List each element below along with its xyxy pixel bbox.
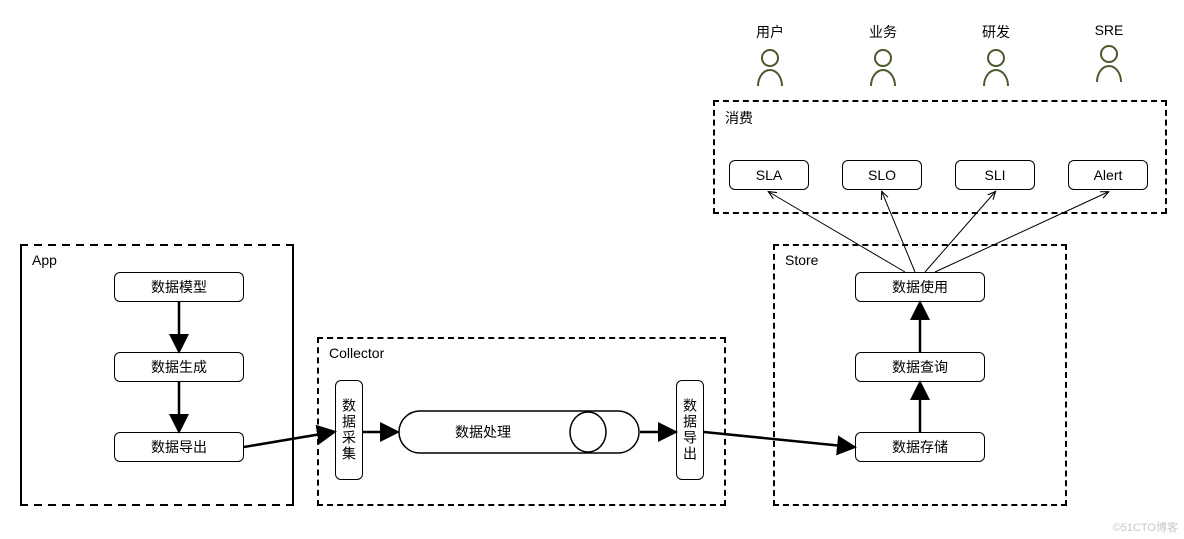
user-icon <box>1091 42 1127 82</box>
panel-collector-label: Collector <box>329 345 384 361</box>
persona-sre-label: SRE <box>1095 22 1124 38</box>
persona-user: 用户 <box>740 22 800 86</box>
persona-biz-label: 业务 <box>869 24 897 40</box>
watermark: ©51CTO博客 <box>1113 519 1178 535</box>
node-data-model: 数据模型 <box>114 272 244 302</box>
node-sla: SLA <box>729 160 809 190</box>
panel-consume-label: 消费 <box>725 108 753 128</box>
node-data-store: 数据存储 <box>855 432 985 462</box>
node-data-query: 数据查询 <box>855 352 985 382</box>
node-data-collect: 数据采集 <box>335 380 363 480</box>
node-data-out-app: 数据导出 <box>114 432 244 462</box>
node-data-process-label: 数据处理 <box>398 410 568 454</box>
panel-app-label: App <box>32 252 57 268</box>
persona-sre: SRE <box>1079 22 1139 82</box>
node-alert: Alert <box>1068 160 1148 190</box>
node-data-use: 数据使用 <box>855 272 985 302</box>
persona-biz: 业务 <box>853 22 913 86</box>
persona-user-label: 用户 <box>756 24 784 40</box>
user-icon <box>978 46 1014 86</box>
user-icon <box>752 46 788 86</box>
node-data-process: 数据处理 <box>398 410 640 454</box>
persona-dev-label: 研发 <box>982 24 1010 40</box>
node-sli: SLI <box>955 160 1035 190</box>
node-data-gen: 数据生成 <box>114 352 244 382</box>
persona-dev: 研发 <box>966 22 1026 86</box>
panel-store-label: Store <box>785 252 818 268</box>
panel-consume: 消费 <box>713 100 1167 214</box>
node-data-out-col: 数据导出 <box>676 380 704 480</box>
node-slo: SLO <box>842 160 922 190</box>
user-icon <box>865 46 901 86</box>
